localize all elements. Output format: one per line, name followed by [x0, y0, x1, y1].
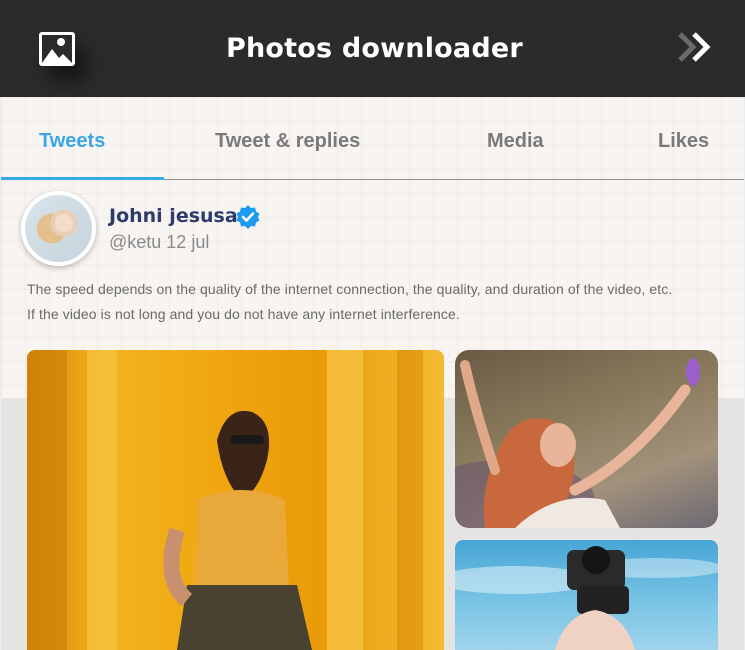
tweet-photo-camera-sky[interactable] [455, 540, 718, 650]
tweet-photo-woman-flowers[interactable] [455, 350, 718, 528]
tweet-text-line-2: If the video is not long and you do not … [27, 306, 460, 322]
tweet-text-line-1: The speed depends on the quality of the … [27, 281, 673, 297]
tweet-photo-woman-corridor[interactable] [27, 350, 444, 650]
tab-divider [164, 179, 744, 180]
tweet-text: The speed depends on the quality of the … [27, 277, 727, 327]
active-tab-indicator [1, 177, 164, 180]
tab-tweets[interactable]: Tweets [39, 130, 105, 153]
user-handle-date: @ketu 12 jul [109, 232, 210, 252]
user-name[interactable]: Johni jesusa [109, 205, 238, 227]
tab-tweet-and-replies[interactable]: Tweet & replies [215, 130, 360, 153]
tab-likes[interactable]: Likes [658, 130, 709, 153]
app-title: Photos downloader [226, 33, 523, 64]
tab-media[interactable]: Media [487, 130, 544, 153]
double-chevron-right-icon[interactable] [676, 30, 716, 64]
image-icon [39, 32, 75, 66]
app-header: Photos downloader [0, 0, 745, 97]
avatar[interactable] [21, 191, 96, 266]
tweet-card: Tweets Tweet & replies Media Likes Johni… [1, 97, 744, 650]
tab-bar: Tweets Tweet & replies Media Likes [1, 97, 744, 180]
verified-badge-icon [235, 204, 261, 230]
